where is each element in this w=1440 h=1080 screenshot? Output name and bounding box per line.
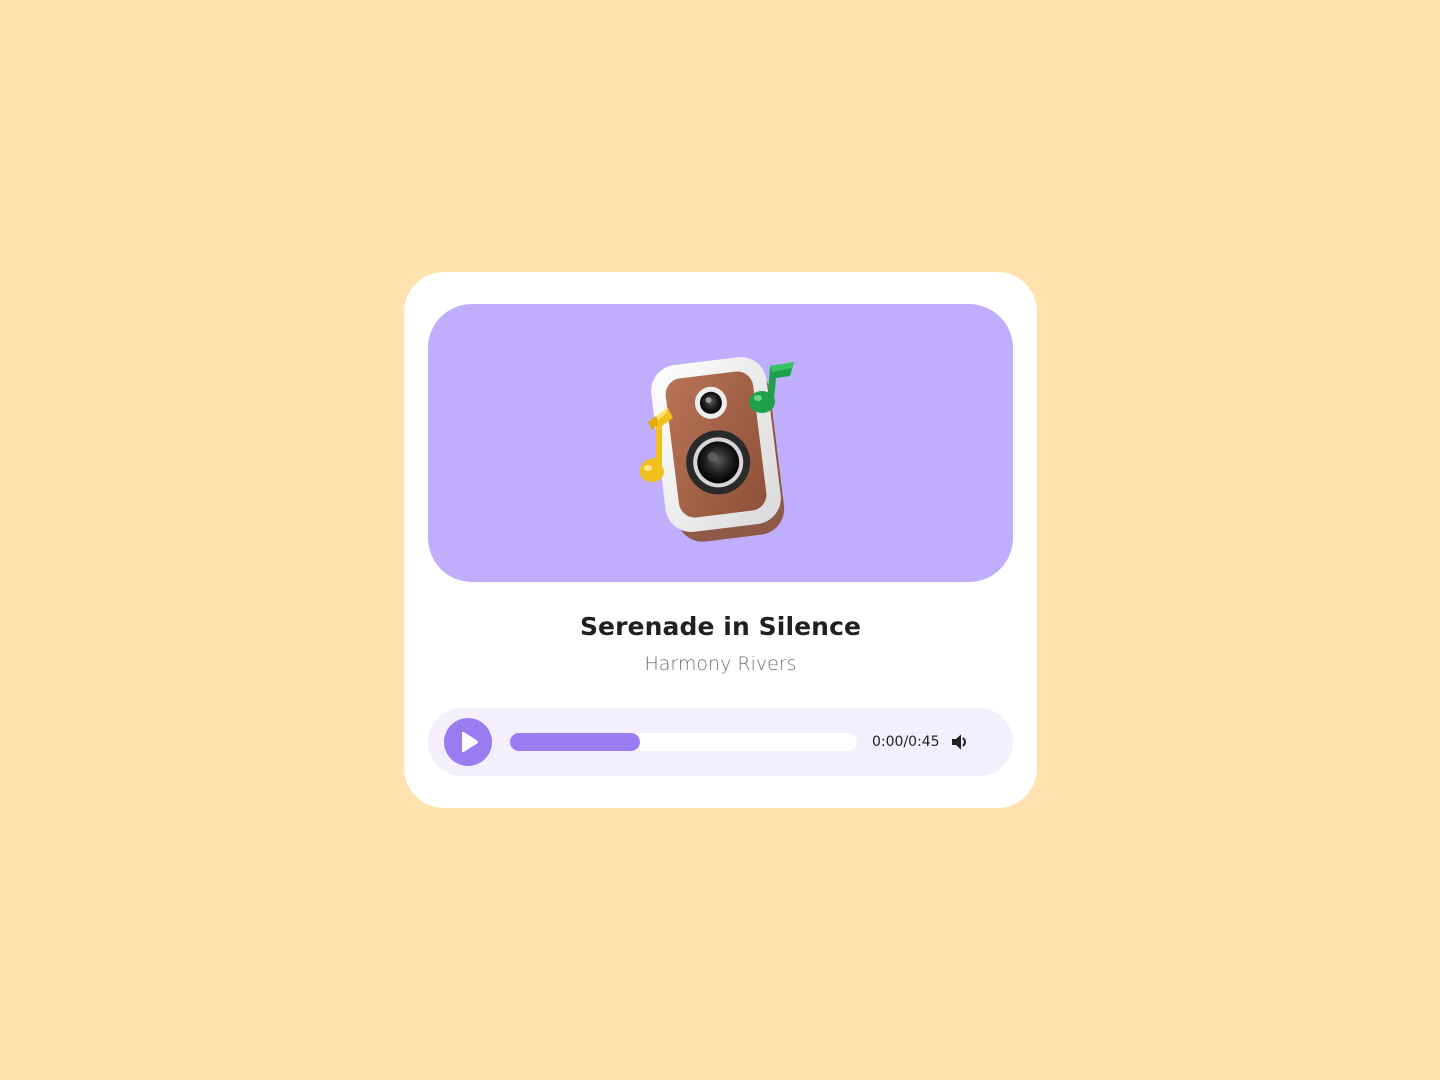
speaker-with-music-notes-icon <box>639 357 794 542</box>
progress-fill <box>510 733 641 751</box>
audio-player-controls: 0:00/0:45 <box>428 708 1013 776</box>
album-artwork <box>428 304 1013 582</box>
play-button[interactable] <box>444 718 492 766</box>
artist-name: Harmony Rivers <box>644 653 797 675</box>
song-title: Serenade in Silence <box>579 612 862 641</box>
volume-button[interactable] <box>950 732 972 752</box>
play-icon <box>462 731 478 753</box>
progress-slider[interactable] <box>510 733 857 751</box>
volume-icon <box>952 734 966 750</box>
time-display: 0:00/0:45 <box>872 734 940 750</box>
music-player-card: Serenade in Silence Harmony Rivers 0:00/… <box>404 272 1037 808</box>
